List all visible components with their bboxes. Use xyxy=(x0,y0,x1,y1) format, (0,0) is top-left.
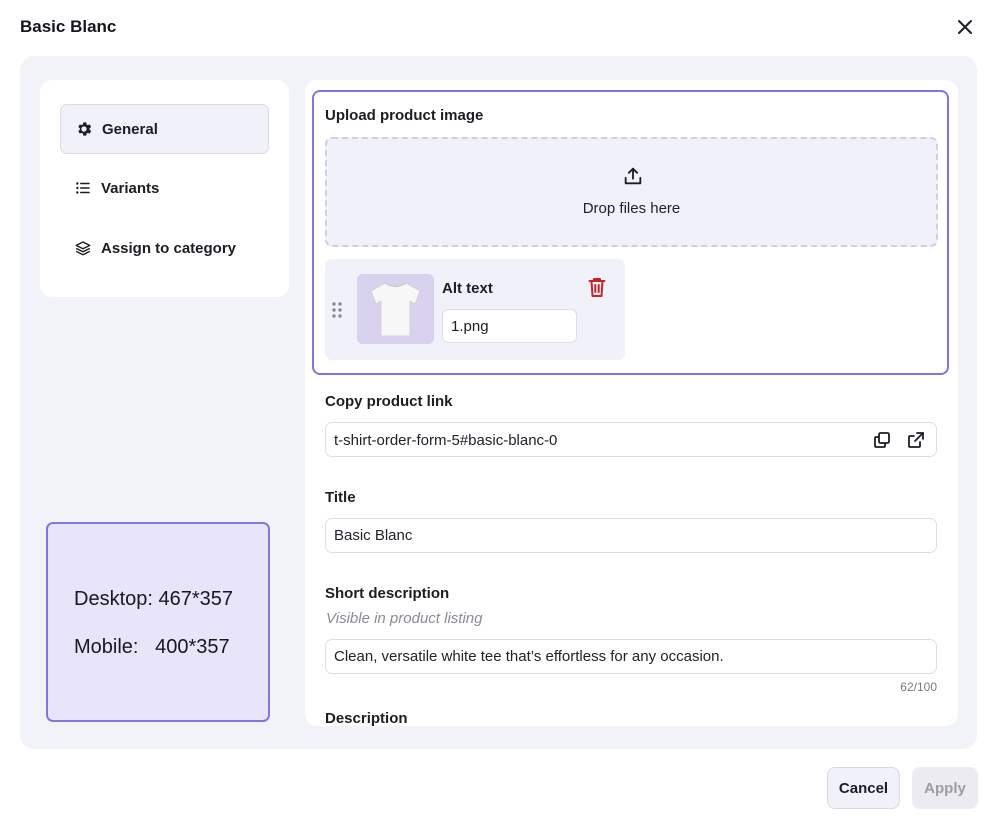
alt-text-input[interactable] xyxy=(442,309,577,343)
sidebar-item-variants[interactable]: Variants xyxy=(60,163,269,213)
external-link-icon xyxy=(908,432,924,448)
drop-text: Drop files here xyxy=(582,200,681,217)
copy-icon xyxy=(874,432,890,448)
sidebar-item-label: Assign to category xyxy=(101,239,237,257)
close-icon xyxy=(958,20,972,34)
layers-icon xyxy=(74,239,92,257)
short-description-label: Short description xyxy=(325,585,450,602)
delete-image-button[interactable] xyxy=(587,276,607,298)
upload-label: Upload product image xyxy=(325,107,484,124)
modal-body: General Variants Assign to category Desk… xyxy=(20,56,977,749)
title-input[interactable] xyxy=(325,518,937,553)
copy-link-button[interactable] xyxy=(872,430,892,450)
upload-section: Upload product image Drop files here Alt… xyxy=(312,90,949,375)
product-link-label: Copy product link xyxy=(325,393,453,410)
desktop-dimensions: Desktop: 467*357 xyxy=(74,588,234,610)
mobile-dimensions: Mobile: 400*357 xyxy=(74,636,230,658)
product-thumbnail xyxy=(357,274,434,344)
short-description-hint: Visible in product listing xyxy=(326,610,483,627)
sidebar-item-label: Variants xyxy=(101,179,160,197)
dropzone[interactable]: Drop files here xyxy=(325,137,938,247)
close-button[interactable] xyxy=(954,16,976,38)
sidebar: General Variants Assign to category xyxy=(40,80,289,297)
apply-button[interactable]: Apply xyxy=(912,767,978,809)
sidebar-item-label: General xyxy=(102,120,158,138)
list-icon xyxy=(74,179,92,197)
modal-title: Basic Blanc xyxy=(20,17,117,36)
gear-icon xyxy=(75,120,93,138)
dimensions-box: Desktop: 467*357 Mobile: 400*357 xyxy=(46,522,270,722)
open-link-button[interactable] xyxy=(906,430,926,450)
cancel-button[interactable]: Cancel xyxy=(827,767,900,809)
tshirt-image xyxy=(357,274,434,344)
short-description-input[interactable] xyxy=(325,639,937,674)
drag-handle-icon[interactable] xyxy=(331,301,343,319)
sidebar-item-general[interactable]: General xyxy=(60,104,269,154)
description-label: Description xyxy=(325,710,408,726)
general-form: Upload product image Drop files here Alt… xyxy=(305,80,958,726)
character-counter: 62/100 xyxy=(900,680,937,694)
image-item: Alt text xyxy=(325,259,625,360)
product-link-value: t-shirt-order-form-5#basic-blanc-0 xyxy=(334,432,558,449)
product-link-field[interactable]: t-shirt-order-form-5#basic-blanc-0 xyxy=(325,422,937,457)
sidebar-item-assign-to-category[interactable]: Assign to category xyxy=(60,223,269,273)
trash-icon xyxy=(588,278,606,297)
upload-icon xyxy=(624,167,642,185)
title-label: Title xyxy=(325,489,356,506)
alt-text-label: Alt text xyxy=(442,280,493,297)
